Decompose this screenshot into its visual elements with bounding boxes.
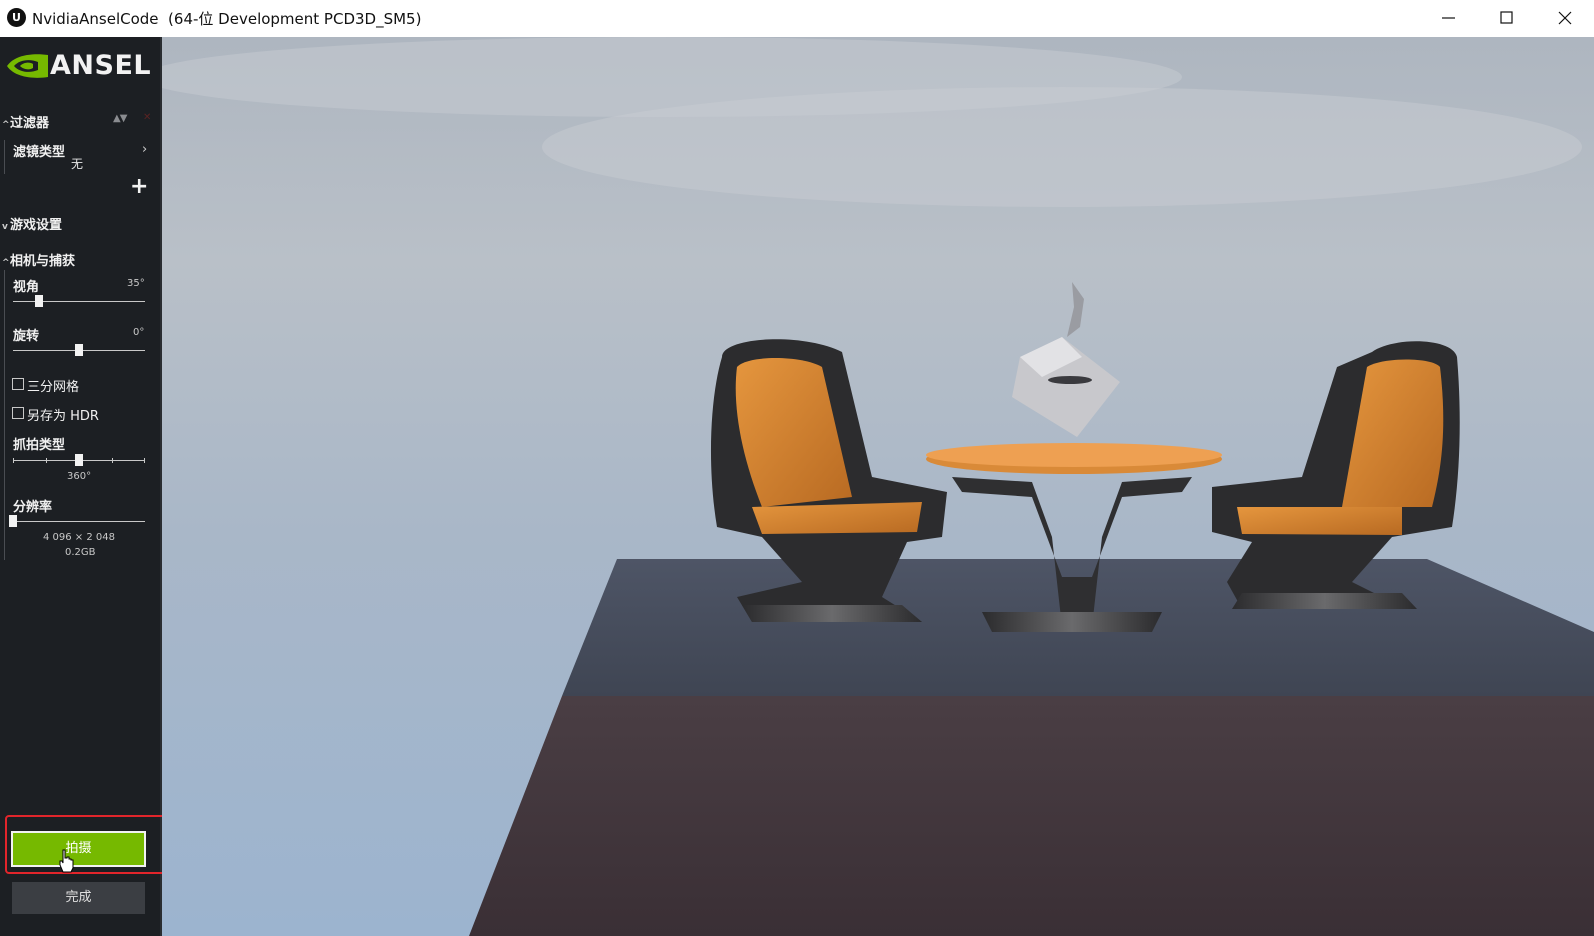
chevron-right-icon[interactable]: ›: [142, 142, 147, 157]
capture-type-label: 抓拍类型: [13, 438, 66, 453]
window-title-bar: U NvidiaAnselCode (64-位 Development PCD3…: [0, 0, 1594, 37]
thirds-grid-label: 三分网格: [27, 380, 80, 395]
save-hdr-checkbox[interactable]: [12, 407, 24, 419]
minimize-button[interactable]: [1420, 0, 1478, 37]
save-hdr-label: 另存为 HDR: [27, 409, 99, 424]
nvidia-logo-icon: [7, 54, 48, 78]
add-filter-button[interactable]: +: [130, 176, 148, 198]
slider-tick: [13, 458, 14, 463]
rotation-label: 旋转: [13, 329, 40, 344]
capture-type-value: 360°: [67, 471, 92, 482]
hand-cursor-icon: [59, 849, 74, 873]
minimize-icon: [1442, 17, 1455, 19]
filter-type-value[interactable]: 无: [71, 155, 83, 172]
capture-button[interactable]: 拍摄: [11, 831, 146, 867]
collapse-caret-icon: ^: [2, 120, 10, 130]
maximize-icon: [1500, 11, 1513, 24]
fov-slider[interactable]: [13, 301, 145, 302]
resolution-value: 4 096 × 2 048: [43, 532, 115, 543]
thirds-grid-checkbox[interactable]: [12, 378, 24, 390]
resolution-label: 分辨率: [13, 500, 53, 515]
rotation-slider-thumb[interactable]: [75, 344, 83, 356]
camera-header-label: 相机与捕获: [10, 254, 76, 269]
slider-tick: [144, 458, 145, 463]
window-title: NvidiaAnselCode (64-位 Development PCD3D_…: [32, 10, 422, 28]
fov-label: 视角: [13, 280, 40, 295]
game-settings-header-label: 游戏设置: [10, 218, 63, 233]
filters-header-label: 过滤器: [10, 116, 50, 131]
filter-group-line: [4, 140, 5, 174]
unreal-engine-icon: U: [7, 8, 26, 27]
reorder-arrows-icon[interactable]: ▲▼: [113, 113, 127, 124]
game-viewport[interactable]: [162, 37, 1594, 936]
resolution-size: 0.2GB: [65, 547, 96, 558]
slider-tick: [112, 458, 113, 463]
collapse-caret-icon: ^: [2, 258, 10, 268]
remove-filter-icon[interactable]: ✕: [143, 112, 151, 123]
close-button[interactable]: [1536, 0, 1594, 37]
maximize-button[interactable]: [1478, 0, 1536, 37]
resolution-slider[interactable]: [13, 521, 145, 522]
scene-render: [162, 37, 1594, 936]
game-settings-section-header[interactable]: v 游戏设置: [2, 214, 62, 233]
close-icon: [1558, 11, 1572, 25]
filters-section-header[interactable]: ^过滤器: [2, 112, 49, 131]
slider-tick: [46, 458, 47, 463]
ansel-brand: ANSEL: [50, 50, 152, 81]
camera-section-header[interactable]: ^相机与捕获: [2, 250, 75, 269]
fov-value: 35°: [127, 278, 145, 289]
expand-caret-icon: v: [2, 222, 8, 232]
filter-type-label: 滤镜类型: [13, 145, 66, 160]
resolution-slider-thumb[interactable]: [9, 515, 17, 527]
done-button[interactable]: 完成: [12, 882, 145, 914]
fov-slider-thumb[interactable]: [35, 295, 44, 307]
rotation-value: 0°: [133, 327, 145, 338]
camera-group-line: [4, 270, 5, 560]
capture-type-slider-thumb[interactable]: [75, 454, 83, 466]
